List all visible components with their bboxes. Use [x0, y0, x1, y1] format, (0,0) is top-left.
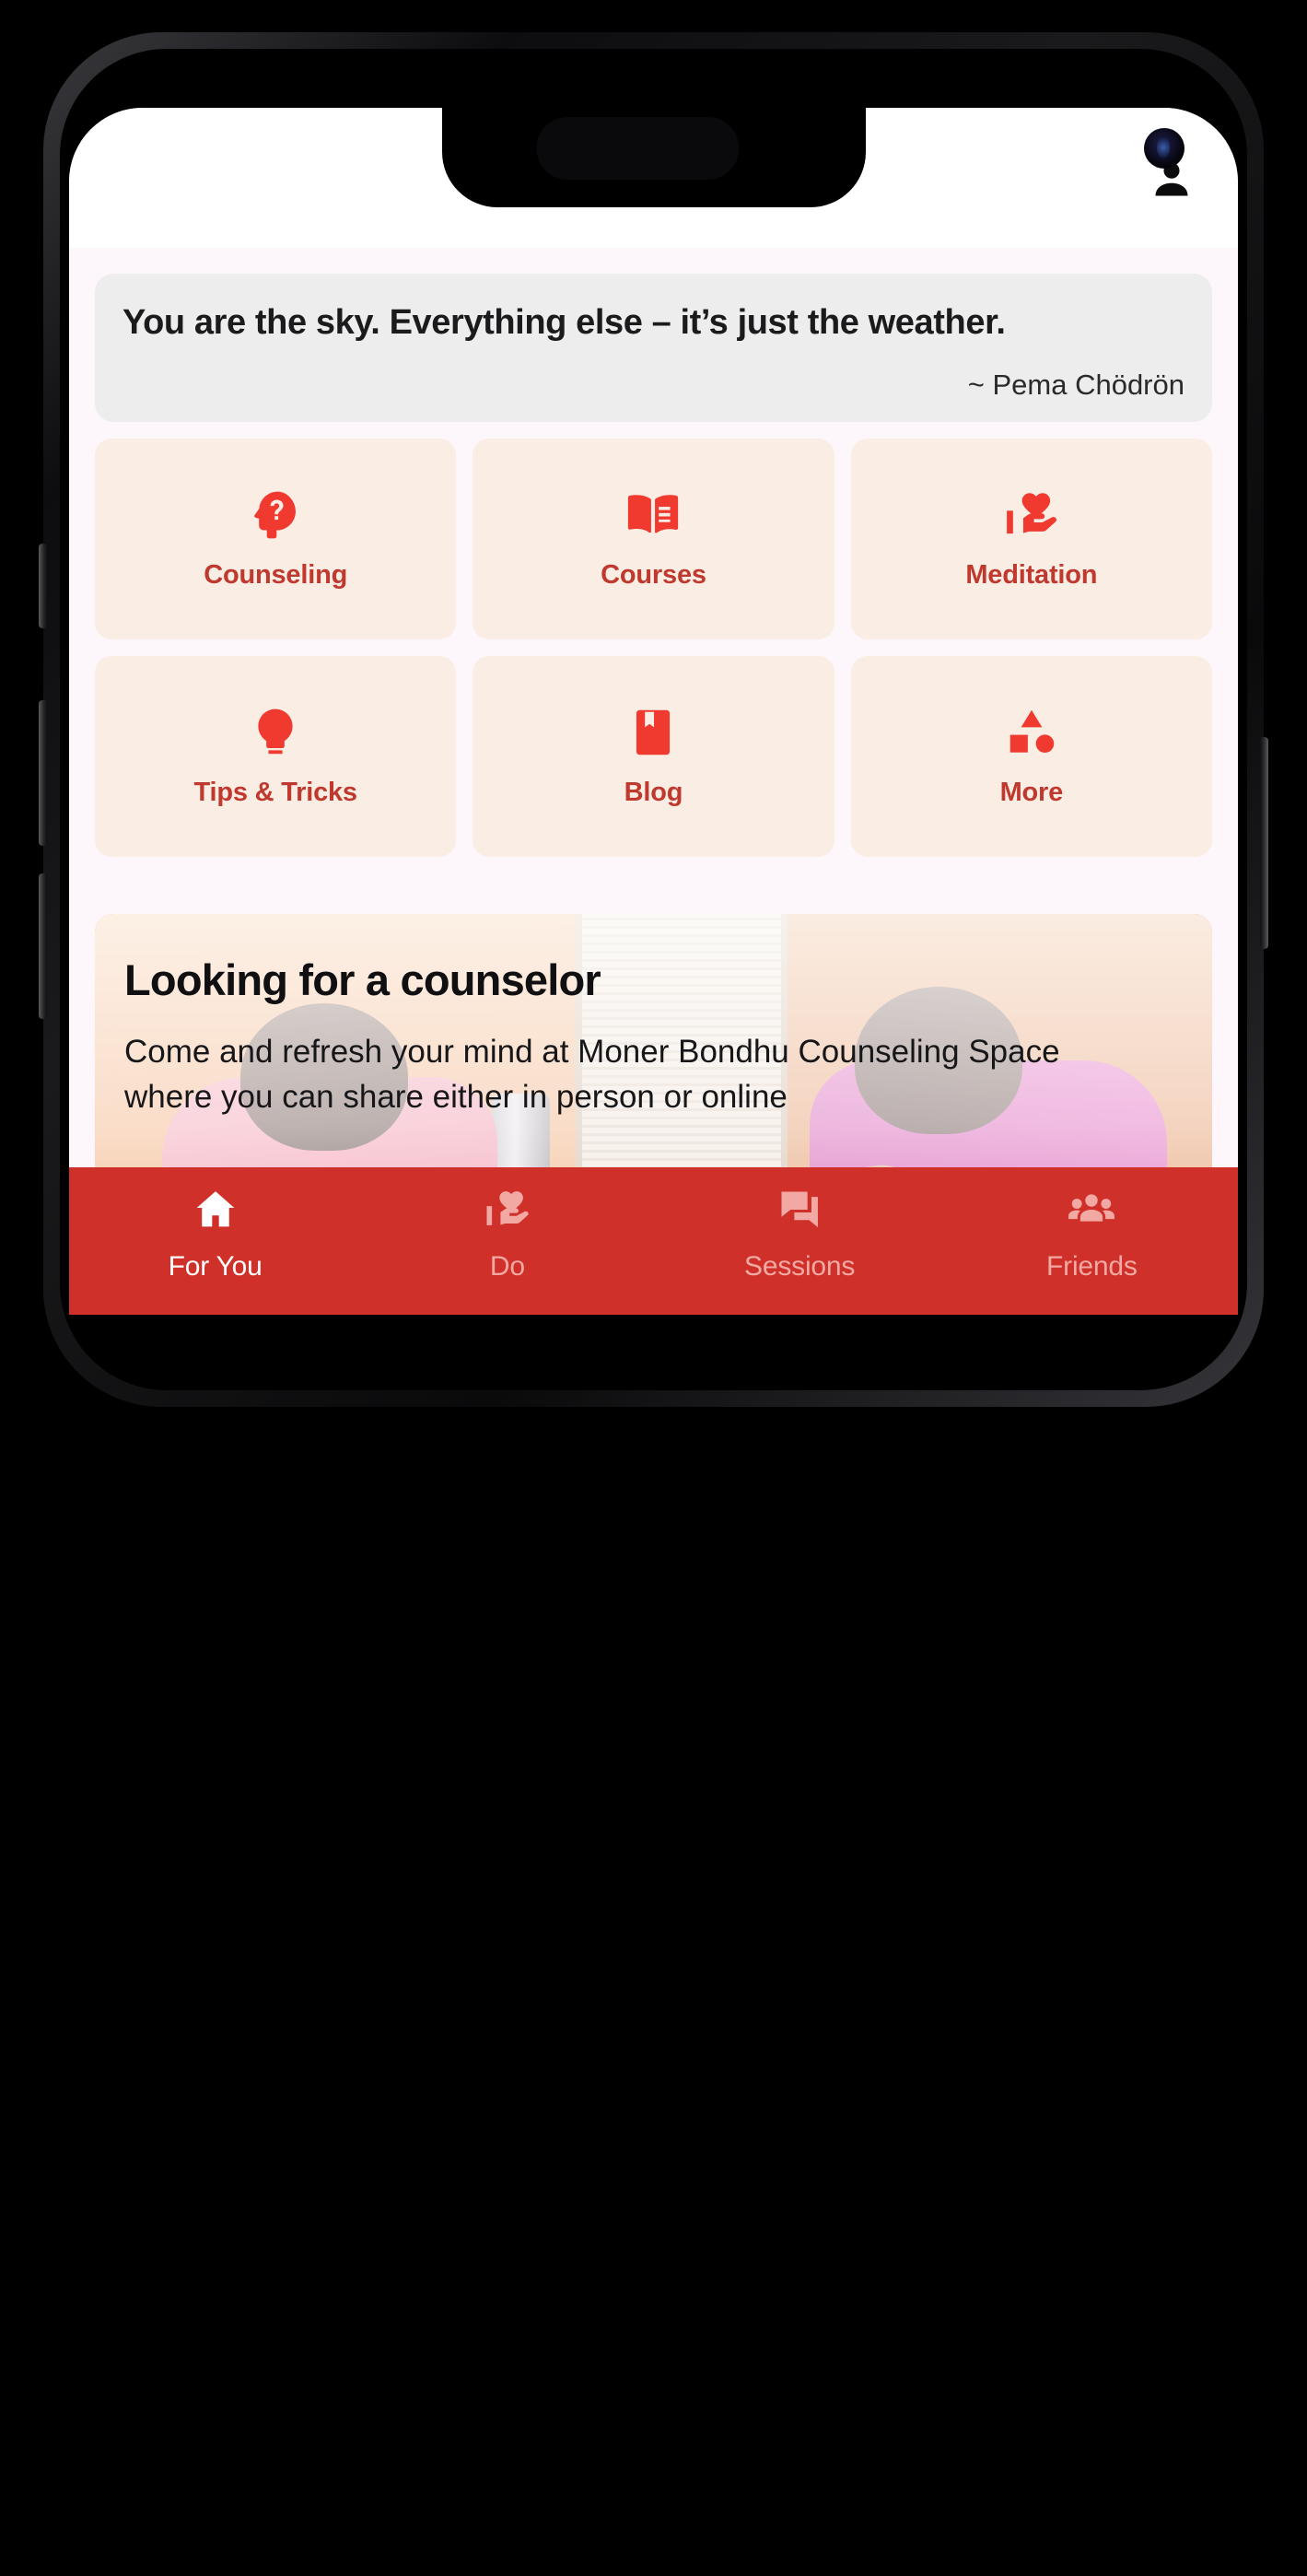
psychology-head-question-icon: [247, 486, 304, 544]
tile-more[interactable]: More: [850, 655, 1212, 857]
nav-label: For You: [168, 1251, 263, 1282]
nav-label: Do: [489, 1251, 525, 1282]
tile-courses[interactable]: Courses: [473, 438, 834, 639]
category-tile-grid: Counseling Courses Meditation Tips & Tri…: [95, 438, 1212, 857]
banner-title: Looking for a counselor: [124, 954, 601, 1004]
tile-label: More: [999, 778, 1064, 808]
front-camera-icon: [1144, 128, 1184, 169]
home-icon: [192, 1186, 239, 1238]
nav-item-friends[interactable]: Friends: [946, 1186, 1238, 1282]
people-group-icon: [1068, 1186, 1115, 1238]
screenshot-root: You are the sky. Everything else – it’s …: [0, 0, 1307, 2576]
tile-label: Courses: [601, 560, 706, 591]
category-shapes-icon: [1003, 704, 1060, 761]
tile-label: Counseling: [204, 560, 348, 591]
tile-tips-and-tricks[interactable]: Tips & Tricks: [95, 655, 457, 857]
daily-quote-card: You are the sky. Everything else – it’s …: [95, 274, 1212, 422]
quote-text: You are the sky. Everything else – it’s …: [123, 303, 1006, 342]
bottom-navigation-bar: For You Do Sessions Friends: [69, 1167, 1238, 1315]
volume-up-button[interactable]: [39, 700, 47, 846]
tile-label: Meditation: [965, 560, 1098, 591]
app-screen: You are the sky. Everything else – it’s …: [69, 108, 1238, 1315]
nav-label: Sessions: [744, 1251, 856, 1282]
tile-label: Blog: [624, 778, 683, 808]
hand-holding-heart-icon: [1003, 486, 1060, 544]
tile-blog[interactable]: Blog: [473, 655, 834, 857]
scrollable-content[interactable]: You are the sky. Everything else – it’s …: [69, 248, 1238, 1315]
dynamic-island: [535, 117, 739, 180]
nav-item-do[interactable]: Do: [361, 1186, 653, 1282]
lightbulb-icon: [247, 704, 304, 761]
chat-bubbles-icon: [776, 1186, 823, 1238]
action-button[interactable]: [39, 544, 47, 628]
bookmark-book-icon: [624, 704, 682, 761]
power-button[interactable]: [1260, 737, 1268, 949]
quote-author: ~ Pema Chödrön: [967, 368, 1184, 401]
tile-label: Tips & Tricks: [193, 778, 357, 808]
volume-down-button[interactable]: [39, 873, 47, 1019]
banner-subtitle: Come and refresh your mind at Moner Bond…: [124, 1033, 1060, 1116]
nav-item-sessions[interactable]: Sessions: [654, 1186, 946, 1282]
hand-holding-heart-icon: [484, 1186, 531, 1238]
tile-meditation[interactable]: Meditation: [850, 438, 1212, 639]
open-book-icon: [624, 486, 682, 544]
nav-label: Friends: [1046, 1251, 1138, 1282]
tile-counseling[interactable]: Counseling: [95, 438, 457, 639]
nav-item-for-you[interactable]: For You: [69, 1186, 361, 1282]
